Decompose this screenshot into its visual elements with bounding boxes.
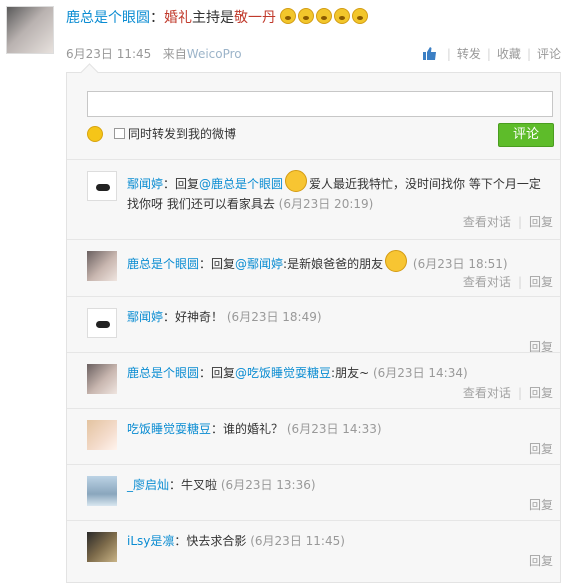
submit-comment-button[interactable]: 评论: [498, 123, 554, 147]
comment-text: 谁的婚礼？: [223, 422, 284, 436]
post-text: 主持是: [192, 10, 234, 26]
shocked-face-icon: [280, 8, 297, 24]
author-avatar[interactable]: [6, 6, 54, 54]
comment-text: :朋友~: [331, 366, 370, 380]
favorite-button[interactable]: 收藏: [497, 47, 521, 61]
shy-face-icon: [285, 170, 308, 192]
comment-time: (6月23日 11:45): [250, 534, 345, 548]
comment-time: (6月23日 13:36): [220, 478, 316, 492]
commenter-name[interactable]: 鄢闻婷: [127, 310, 163, 324]
comment-list: 鄢闻婷：回复@鹿总是个眼圆 爱人最近我特忙，没时间找你 等下个月一定找你呀 我们还…: [67, 159, 560, 576]
commenter-avatar[interactable]: [87, 476, 117, 506]
reply-link[interactable]: 回复: [529, 215, 553, 229]
comment-item: _廖启灿：牛叉啦 (6月23日 13:36) 回复: [67, 464, 560, 520]
comment-time: (6月23日 18:51): [412, 257, 508, 271]
post-text-highlight: 敬一丹: [234, 10, 276, 26]
commenter-avatar[interactable]: [87, 171, 117, 201]
reply-link[interactable]: 回复: [529, 498, 553, 512]
shocked-face-icon: [316, 8, 333, 24]
mention-link[interactable]: @吃饭睡觉耍糖豆: [235, 366, 331, 380]
comment-toggle[interactable]: 评论: [537, 47, 561, 61]
view-conversation-link[interactable]: 查看对话: [463, 215, 511, 229]
view-conversation-link[interactable]: 查看对话: [463, 275, 511, 289]
post-content: 鹿总是个眼圆：婚礼主持是敬一丹: [66, 8, 370, 28]
commenter-name[interactable]: 鹿总是个眼圆: [127, 257, 199, 271]
commenter-name[interactable]: 鄢闻婷: [127, 177, 163, 191]
post-text-highlight: 婚礼: [164, 10, 192, 26]
reply-link[interactable]: 回复: [529, 442, 553, 456]
comment-item: iLsy是凛：快去求合影 (6月23日 11:45) 回复: [67, 520, 560, 576]
comment-text: 牛叉啦: [181, 478, 218, 492]
post-actions: | 转发 | 收藏 | 评论: [422, 45, 561, 62]
source-app-link[interactable]: WeicoPro: [187, 47, 242, 61]
reply-link[interactable]: 回复: [529, 275, 553, 289]
commenter-avatar[interactable]: [87, 420, 117, 450]
shocked-face-icon: [298, 8, 315, 24]
commenter-avatar[interactable]: [87, 251, 117, 281]
commenter-avatar[interactable]: [87, 308, 117, 338]
like-button[interactable]: [422, 47, 441, 61]
comment-item: 吃饭睡觉耍糖豆：谁的婚礼？ (6月23日 14:33) 回复: [67, 408, 560, 464]
commenter-name[interactable]: _廖启灿: [127, 478, 169, 492]
like-thumb-icon: [422, 47, 436, 60]
commenter-name[interactable]: iLsy是凛: [127, 534, 174, 548]
mention-link[interactable]: @鄢闻婷: [235, 257, 283, 271]
commenter-name[interactable]: 鹿总是个眼圆: [127, 366, 199, 380]
reply-link[interactable]: 回复: [529, 554, 553, 568]
comment-item: 鄢闻婷：好神奇！ (6月23日 18:49) 回复: [67, 296, 560, 354]
shocked-face-icon: [334, 8, 351, 24]
comment-text: 好神奇！: [175, 310, 224, 324]
comment-time: (6月23日 18:49): [226, 310, 322, 324]
reply-link[interactable]: 回复: [529, 386, 553, 400]
comment-time: (6月23日 20:19): [278, 197, 374, 211]
comment-item: 鹿总是个眼圆：回复@鄢闻婷:是新娘爸爸的朋友 (6月23日 18:51) 查看对…: [67, 239, 560, 296]
panel-arrow: [80, 63, 99, 82]
comment-text: :是新娘爸爸的朋友: [283, 257, 384, 271]
forward-checkbox-label: 同时转发到我的微博: [128, 127, 237, 141]
commenter-avatar[interactable]: [87, 532, 117, 562]
view-conversation-link[interactable]: 查看对话: [463, 386, 511, 400]
forward-button[interactable]: 转发: [457, 47, 481, 61]
commenter-avatar[interactable]: [87, 364, 117, 394]
comment-time: (6月23日 14:34): [372, 366, 468, 380]
forward-checkbox[interactable]: [114, 128, 125, 139]
comment-item: 鹿总是个眼圆：回复@吃饭睡觉耍糖豆:朋友~ (6月23日 14:34) 查看对话…: [67, 352, 560, 408]
post-meta: 6月23日 11:45 来自WeicoPro: [66, 47, 242, 61]
shocked-face-icon: [352, 8, 369, 24]
comment-time: (6月23日 14:33): [286, 422, 382, 436]
comment-panel: 同时转发到我的微博 评论 鄢闻婷：回复@鹿总是个眼圆 爱人最近我特忙，没时间找你 …: [66, 63, 561, 583]
comment-text: 快去求合影: [186, 534, 247, 548]
commenter-name[interactable]: 吃饭睡觉耍糖豆: [127, 422, 211, 436]
emoji-icon[interactable]: [87, 126, 103, 142]
mention-link[interactable]: @鹿总是个眼圆: [199, 177, 283, 191]
post-author-link[interactable]: 鹿总是个眼圆: [66, 10, 150, 26]
smirk-face-icon: [385, 250, 408, 272]
comment-item: 鄢闻婷：回复@鹿总是个眼圆 爱人最近我特忙，没时间找你 等下个月一定找你呀 我们还…: [67, 159, 560, 239]
comment-input[interactable]: [87, 91, 553, 117]
post-timestamp[interactable]: 6月23日 11:45: [66, 47, 151, 61]
